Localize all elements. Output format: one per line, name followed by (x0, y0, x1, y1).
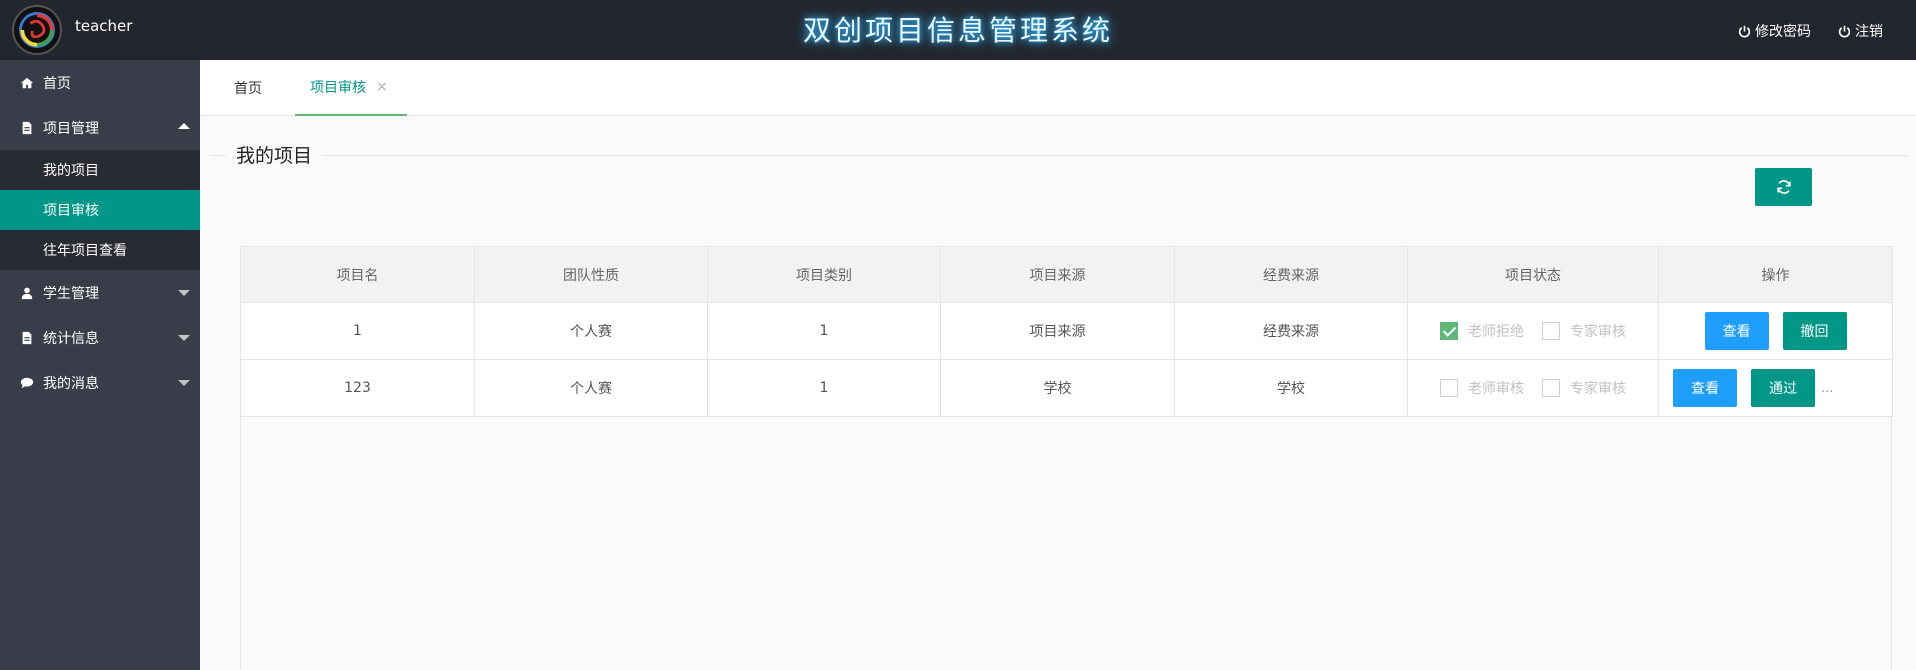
tab-label: 首页 (234, 81, 262, 97)
cell-team-type: 个人赛 (474, 359, 708, 417)
status-checkbox-expert[interactable]: 专家审核 (1542, 321, 1626, 341)
project-table: 项目名 团队性质 项目类别 项目来源 经费来源 项目状态 操作 1 个人赛 1 … (240, 246, 1893, 417)
section-divider (210, 155, 1908, 156)
sidebar-subitem-my-projects[interactable]: 我的项目 (0, 150, 200, 190)
column-header: 项目状态 (1407, 246, 1659, 303)
sidebar-item-label: 我的消息 (43, 375, 99, 392)
sidebar-item-label: 首页 (43, 75, 71, 92)
change-password-link[interactable]: 修改密码 (1738, 21, 1811, 41)
top-header: teacher 双创项目信息管理系统 修改密码 注销 (0, 0, 1916, 60)
checkbox-label: 专家审核 (1570, 324, 1626, 340)
chevron-down-icon (178, 290, 190, 296)
column-header: 经费来源 (1174, 246, 1408, 303)
sidebar-item-my-messages[interactable]: 我的消息 (0, 360, 200, 405)
cell-project-name: 1 (240, 302, 475, 360)
checkbox-label: 老师审核 (1468, 381, 1524, 397)
sidebar-item-student-management[interactable]: 学生管理 (0, 270, 200, 315)
chat-icon (20, 377, 34, 388)
column-header: 团队性质 (474, 246, 708, 303)
status-checkbox-expert[interactable]: 专家审核 (1542, 378, 1626, 398)
sidebar-subitem-label: 往年项目查看 (43, 243, 127, 259)
cell-status: 老师拒绝 专家审核 (1407, 302, 1659, 360)
checkbox-icon (1440, 379, 1458, 397)
sidebar-subitem-project-review[interactable]: 项目审核 (0, 190, 200, 230)
tab-bar: 首页 项目审核 × (200, 60, 1916, 116)
cell-funding: 经费来源 (1174, 302, 1408, 360)
checkbox-icon (1542, 379, 1560, 397)
table-header-row: 项目名 团队性质 项目类别 项目来源 经费来源 项目状态 操作 (240, 246, 1893, 303)
status-checkbox-teacher[interactable]: 老师拒绝 (1440, 321, 1524, 341)
chevron-down-icon (178, 380, 190, 386)
sidebar-item-home[interactable]: 首页 (0, 60, 200, 105)
refresh-button[interactable] (1755, 168, 1812, 206)
column-header: 项目名 (240, 246, 475, 303)
tab-label: 项目审核 (310, 80, 366, 96)
system-title: 双创项目信息管理系统 (802, 14, 1113, 47)
home-icon (20, 77, 34, 88)
column-header: 项目类别 (707, 246, 941, 303)
chevron-up-icon (178, 123, 190, 129)
sidebar-subitem-label: 我的项目 (43, 163, 99, 179)
cell-status: 老师审核 专家审核 (1407, 359, 1659, 417)
table-row: 123 个人赛 1 学校 学校 老师审核 专家审核 查看 通过 ... (240, 359, 1893, 417)
checkbox-label: 老师拒绝 (1468, 324, 1524, 340)
cell-funding: 学校 (1174, 359, 1408, 417)
logout-link[interactable]: 注销 (1838, 21, 1883, 41)
view-button[interactable]: 查看 (1673, 369, 1737, 407)
file-icon (22, 331, 32, 344)
cell-team-type: 个人赛 (474, 302, 708, 360)
file-icon (22, 121, 32, 134)
cell-project-name: 123 (240, 359, 475, 417)
sidebar-item-project-management[interactable]: 项目管理 (0, 105, 200, 150)
tab-home[interactable]: 首页 (234, 60, 262, 116)
checkbox-checked-icon (1440, 322, 1458, 340)
user-icon (21, 287, 33, 299)
cell-source: 项目来源 (940, 302, 1175, 360)
column-header: 项目来源 (940, 246, 1175, 303)
sidebar-item-statistics[interactable]: 统计信息 (0, 315, 200, 360)
checkbox-label: 专家审核 (1570, 381, 1626, 397)
cell-source: 学校 (940, 359, 1175, 417)
checkbox-icon (1542, 322, 1560, 340)
sidebar-item-label: 统计信息 (43, 330, 99, 347)
cell-category: 1 (707, 302, 941, 360)
table-row: 1 个人赛 1 项目来源 经费来源 老师拒绝 专家审核 查看 撤回 (240, 302, 1893, 360)
sidebar-item-label: 项目管理 (43, 120, 99, 137)
power-icon (1838, 25, 1851, 37)
refresh-icon (1776, 180, 1791, 194)
approve-button[interactable]: 通过 (1751, 369, 1815, 407)
sidebar: 首页 项目管理 我的项目 项目审核 往年项目查看 学生管理 统计信息 我的消息 (0, 60, 200, 670)
sidebar-item-label: 学生管理 (43, 285, 99, 302)
column-header: 操作 (1658, 246, 1893, 303)
sidebar-submenu: 我的项目 项目审核 往年项目查看 (0, 150, 200, 270)
sidebar-subitem-label: 项目审核 (43, 203, 99, 219)
status-checkbox-teacher[interactable]: 老师审核 (1440, 378, 1524, 398)
tab-project-review[interactable]: 项目审核 × (295, 60, 407, 116)
withdraw-button[interactable]: 撤回 (1782, 312, 1847, 350)
close-icon[interactable]: × (376, 79, 388, 95)
cell-actions: 查看 通过 ... (1658, 359, 1893, 417)
change-password-label: 修改密码 (1755, 24, 1811, 40)
chevron-down-icon (178, 335, 190, 341)
logout-label: 注销 (1855, 24, 1883, 40)
section-title: 我的项目 (226, 141, 323, 168)
cell-category: 1 (707, 359, 941, 417)
sidebar-subitem-past-projects[interactable]: 往年项目查看 (0, 230, 200, 270)
power-icon (1738, 25, 1751, 37)
project-table-container: 项目名 团队性质 项目类别 项目来源 经费来源 项目状态 操作 1 个人赛 1 … (240, 246, 1893, 670)
view-button[interactable]: 查看 (1704, 312, 1769, 350)
more-ellipsis: ... (1821, 380, 1834, 396)
cell-actions: 查看 撤回 (1658, 302, 1893, 360)
